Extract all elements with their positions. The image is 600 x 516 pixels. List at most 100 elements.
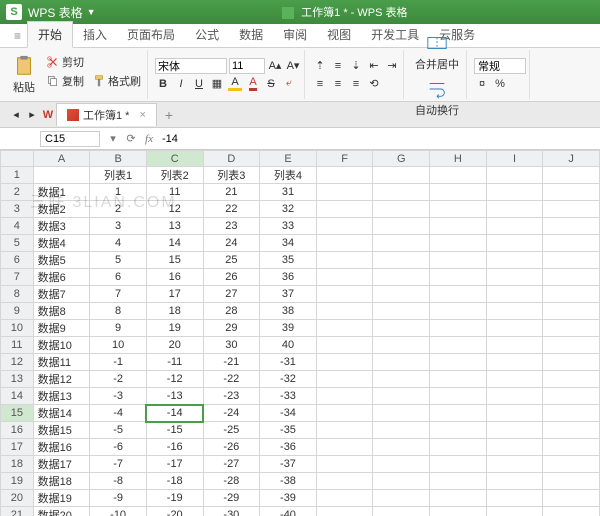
- cell[interactable]: [543, 235, 600, 252]
- cell[interactable]: 17: [146, 286, 203, 303]
- row-header[interactable]: 4: [1, 218, 34, 235]
- cell[interactable]: 列表3: [203, 167, 260, 184]
- cell[interactable]: [373, 201, 430, 218]
- cell[interactable]: -18: [146, 473, 203, 490]
- cell[interactable]: 7: [90, 286, 147, 303]
- col-header[interactable]: H: [430, 151, 487, 167]
- col-header[interactable]: B: [90, 151, 147, 167]
- row-header[interactable]: 5: [1, 235, 34, 252]
- ribbon-tab-pagelayout[interactable]: 页面布局: [117, 22, 185, 47]
- cell[interactable]: 38: [260, 303, 317, 320]
- format-painter-button[interactable]: 格式刷: [89, 72, 144, 90]
- cell[interactable]: [486, 371, 543, 388]
- cell[interactable]: 40: [260, 337, 317, 354]
- cell[interactable]: [373, 303, 430, 320]
- border-button[interactable]: ▦: [209, 76, 225, 92]
- cell[interactable]: -1: [90, 354, 147, 371]
- strike-button[interactable]: S: [263, 76, 279, 92]
- cell[interactable]: -24: [203, 405, 260, 422]
- cell[interactable]: 32: [260, 201, 317, 218]
- cell[interactable]: [486, 456, 543, 473]
- cell[interactable]: 数据11: [33, 354, 90, 371]
- cell[interactable]: -33: [260, 388, 317, 405]
- row-header[interactable]: 16: [1, 422, 34, 439]
- cell[interactable]: [430, 371, 487, 388]
- cell[interactable]: 29: [203, 320, 260, 337]
- cell[interactable]: -8: [90, 473, 147, 490]
- cell[interactable]: -14: [146, 405, 203, 422]
- row-header[interactable]: 3: [1, 201, 34, 218]
- ribbon-tab-review[interactable]: 审阅: [273, 22, 317, 47]
- cell[interactable]: 14: [146, 235, 203, 252]
- fx-button[interactable]: fx: [140, 133, 158, 145]
- font-color-button[interactable]: A: [245, 76, 261, 92]
- number-format-select[interactable]: [474, 58, 526, 74]
- cell[interactable]: 22: [203, 201, 260, 218]
- cell[interactable]: [373, 184, 430, 201]
- cell[interactable]: 数据19: [33, 490, 90, 507]
- cell[interactable]: [486, 388, 543, 405]
- name-box-dropdown-icon[interactable]: ▾: [104, 132, 122, 145]
- underline-button[interactable]: U: [191, 76, 207, 92]
- cell[interactable]: [543, 422, 600, 439]
- cell[interactable]: 13: [146, 218, 203, 235]
- cell[interactable]: [430, 439, 487, 456]
- cell[interactable]: -20: [146, 507, 203, 516]
- doc-tab-w-icon[interactable]: W: [40, 107, 56, 123]
- cell[interactable]: [316, 388, 373, 405]
- cell[interactable]: 15: [146, 252, 203, 269]
- cell[interactable]: 数据9: [33, 320, 90, 337]
- cell[interactable]: [430, 422, 487, 439]
- cell[interactable]: [373, 320, 430, 337]
- formula-history-icon[interactable]: ⟳: [122, 132, 140, 145]
- cell[interactable]: [486, 439, 543, 456]
- cell[interactable]: -2: [90, 371, 147, 388]
- cell[interactable]: [373, 354, 430, 371]
- cell[interactable]: 数据8: [33, 303, 90, 320]
- cell[interactable]: [430, 320, 487, 337]
- cell[interactable]: [316, 439, 373, 456]
- ribbon-tab-formula[interactable]: 公式: [185, 22, 229, 47]
- cell[interactable]: 数据1: [33, 184, 90, 201]
- cell[interactable]: -15: [146, 422, 203, 439]
- currency-icon[interactable]: ¤: [474, 76, 490, 92]
- indent-left-icon[interactable]: ⇤: [366, 58, 382, 74]
- cell[interactable]: 3: [90, 218, 147, 235]
- cell[interactable]: 12: [146, 201, 203, 218]
- cell[interactable]: [316, 167, 373, 184]
- align-center-icon[interactable]: ≡: [330, 76, 346, 92]
- cell[interactable]: [486, 320, 543, 337]
- cell[interactable]: 27: [203, 286, 260, 303]
- wrap-text-big-button[interactable]: 自动换行: [411, 76, 463, 120]
- cell[interactable]: [430, 490, 487, 507]
- cell[interactable]: -30: [203, 507, 260, 516]
- cell[interactable]: [543, 490, 600, 507]
- cell[interactable]: -25: [203, 422, 260, 439]
- cell[interactable]: [430, 388, 487, 405]
- close-tab-icon[interactable]: ×: [139, 109, 145, 121]
- ribbon-tab-home[interactable]: 开始: [27, 21, 73, 48]
- cell[interactable]: [543, 269, 600, 286]
- col-header[interactable]: F: [316, 151, 373, 167]
- cell[interactable]: [543, 286, 600, 303]
- row-header[interactable]: 21: [1, 507, 34, 516]
- cell[interactable]: [316, 337, 373, 354]
- cell[interactable]: 数据14: [33, 405, 90, 422]
- cell[interactable]: [486, 490, 543, 507]
- cell[interactable]: [543, 354, 600, 371]
- cell[interactable]: 9: [90, 320, 147, 337]
- cell[interactable]: [316, 303, 373, 320]
- cell[interactable]: [373, 405, 430, 422]
- cell[interactable]: [430, 507, 487, 516]
- cell[interactable]: [430, 456, 487, 473]
- cell[interactable]: -11: [146, 354, 203, 371]
- cell[interactable]: [430, 337, 487, 354]
- row-header[interactable]: 1: [1, 167, 34, 184]
- cell[interactable]: [33, 167, 90, 184]
- cell[interactable]: [486, 337, 543, 354]
- cell[interactable]: [543, 371, 600, 388]
- col-header[interactable]: I: [486, 151, 543, 167]
- cell[interactable]: [316, 456, 373, 473]
- cell[interactable]: 30: [203, 337, 260, 354]
- cell[interactable]: 数据16: [33, 439, 90, 456]
